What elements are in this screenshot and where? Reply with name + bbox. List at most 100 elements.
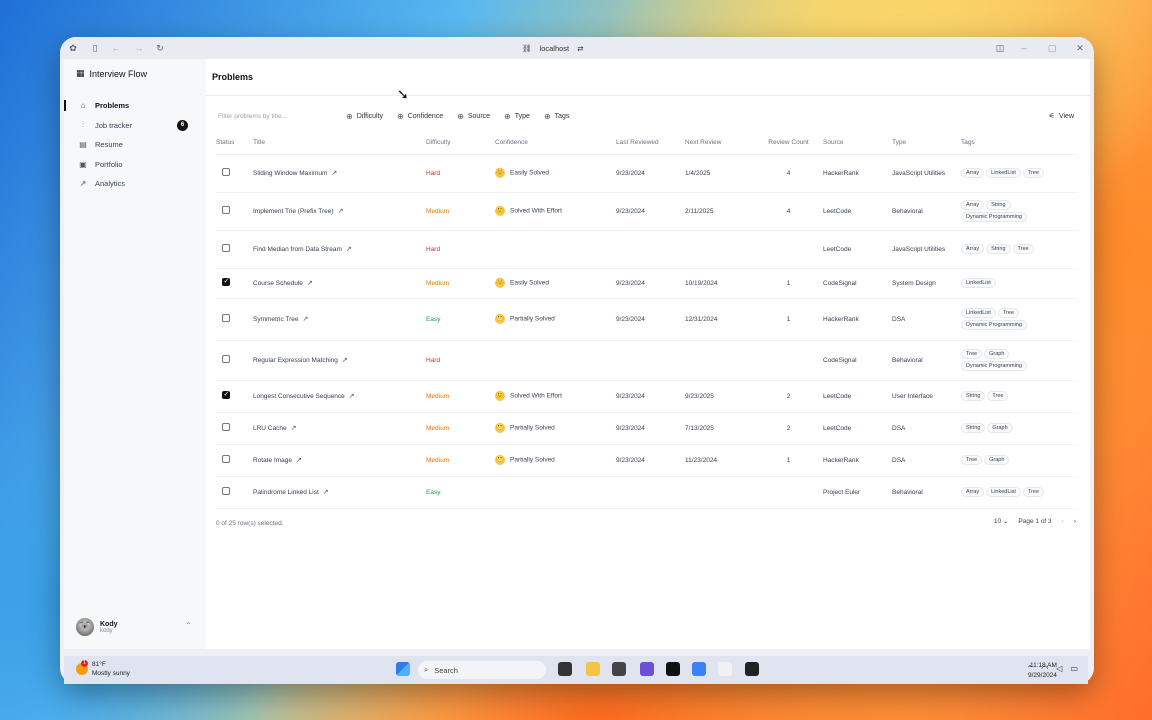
share-icon[interactable]: ⇄ (577, 44, 583, 53)
crown-icon: 👑 (495, 278, 505, 288)
prev-page-icon[interactable]: ‹ (1062, 518, 1064, 525)
app-icon-5[interactable] (718, 662, 732, 676)
filter-type[interactable]: ⊕ Type (504, 109, 530, 123)
status-checkbox[interactable] (222, 390, 230, 399)
problem-title[interactable]: Implement Trie (Prefix Tree) (253, 208, 334, 215)
table-row[interactable]: Symmetric Tree ↗ Easy 😬 Partially Solved 9/23… (216, 298, 1078, 341)
table-row[interactable]: Implement Trie (Prefix Tree) ↗ Medium 🙂 Solv… (216, 192, 1078, 231)
status-checkbox[interactable] (222, 277, 230, 286)
app-icon-1[interactable] (612, 662, 626, 676)
problem-title[interactable]: Find Median from Data Stream (253, 246, 342, 253)
filter-difficulty[interactable]: ⊕ Difficulty (346, 109, 383, 123)
external-link-icon[interactable]: ↗ (346, 246, 352, 253)
brand[interactable]: ▦ Interview Flow (76, 68, 147, 79)
column-header[interactable]: Next Review (685, 132, 754, 155)
filter-source[interactable]: ⊕ Source (457, 109, 490, 123)
problem-title[interactable]: Rotate Image (253, 457, 292, 464)
taskbar-search[interactable]: ⌕ Search (418, 661, 546, 679)
app-icon-2[interactable] (640, 662, 654, 676)
forward-icon[interactable]: → (133, 42, 145, 54)
app-icon-4[interactable] (692, 662, 706, 676)
next-page-icon[interactable]: › (1074, 518, 1076, 525)
table-row[interactable]: Find Median from Data Stream ↗ Hard LeetCod… (216, 230, 1078, 269)
difficulty-label: Easy (426, 488, 441, 496)
filter-label: Tags (554, 112, 570, 120)
app-icon-6[interactable] (745, 662, 759, 676)
address-bar[interactable]: ⛓ localhost ⇄ (522, 41, 583, 55)
table-row[interactable]: Regular Expression Matching ↗ Hard CodeSign… (216, 340, 1078, 381)
sidebar-item-portfolio[interactable]: ▣ Portfolio (72, 155, 198, 175)
external-link-icon[interactable]: ↗ (291, 425, 297, 432)
external-link-icon[interactable]: ↗ (323, 489, 329, 496)
close-icon[interactable]: ✕ (1074, 42, 1086, 54)
sidebar-toggle-icon[interactable]: ▯ (89, 42, 101, 54)
tag-badge: Tree (1022, 487, 1045, 497)
table-row[interactable]: Sliding Window Maximum ↗ Hard 👑 Easily Solve… (216, 154, 1078, 193)
split-view-icon[interactable]: ◫ (994, 42, 1006, 54)
column-header[interactable]: Last Reviewed (616, 132, 685, 155)
table-row[interactable]: Palindrome Linked List ↗ Easy Project Euler… (216, 476, 1078, 509)
filter-tags[interactable]: ⊕ Tags (544, 109, 570, 123)
problem-title[interactable]: Palindrome Linked List (253, 489, 319, 496)
user-menu[interactable]: 🐨 Kody kody ⌃ (76, 617, 192, 637)
external-link-icon[interactable]: ↗ (296, 457, 302, 464)
status-checkbox[interactable] (222, 206, 230, 214)
status-checkbox[interactable] (222, 423, 230, 431)
external-link-icon[interactable]: ↗ (303, 316, 309, 323)
task-view-icon[interactable] (558, 662, 572, 676)
browser-logo-icon[interactable]: ✿ (67, 42, 79, 54)
problem-title[interactable]: Regular Expression Matching (253, 357, 338, 364)
external-link-icon[interactable]: ↗ (338, 208, 344, 215)
sidebar-item-resume[interactable]: ▤ Resume (72, 135, 198, 155)
status-checkbox[interactable] (222, 487, 230, 495)
external-link-icon[interactable]: ↗ (307, 280, 313, 287)
view-button[interactable]: ⚟ View (1049, 109, 1074, 123)
sidebar-item-problems[interactable]: ⌂ Problems (64, 96, 198, 116)
weather-widget[interactable]: 1 81°F Mostly sunny (76, 660, 130, 678)
external-link-icon[interactable]: ↗ (349, 393, 355, 400)
column-header[interactable]: Type (892, 132, 961, 155)
filter-confidence[interactable]: ⊕ Confidence (397, 109, 443, 123)
column-header[interactable]: Review Count (754, 132, 823, 155)
app-icon-3[interactable] (666, 662, 680, 676)
status-checkbox[interactable] (222, 355, 230, 363)
start-icon[interactable] (396, 662, 410, 676)
problem-title[interactable]: Sliding Window Maximum (253, 170, 327, 177)
status-checkbox[interactable] (222, 314, 230, 322)
column-header[interactable]: Difficulty (426, 132, 495, 155)
minimize-icon[interactable]: – (1018, 42, 1030, 54)
problem-type: Behavioral (892, 340, 961, 381)
problem-title[interactable]: Longest Consecutive Sequence (253, 393, 345, 400)
table-row[interactable]: Longest Consecutive Sequence ↗ Medium 🙂 Solv… (216, 380, 1078, 413)
file-explorer-icon[interactable] (586, 662, 600, 676)
battery-icon[interactable]: ▭ (1070, 664, 1078, 673)
problem-title[interactable]: Symmetric Tree (253, 316, 299, 323)
filter-input[interactable]: Filter problems by title... (212, 109, 332, 123)
column-header[interactable]: Confidence (495, 132, 616, 155)
tag-badge: Graph (984, 455, 1010, 465)
status-checkbox[interactable] (222, 168, 230, 176)
sidebar-item-job-tracker[interactable]: ⫶ Job tracker 6 (72, 116, 198, 136)
status-checkbox[interactable] (222, 455, 230, 463)
status-checkbox[interactable] (222, 244, 230, 252)
tag-badge: String (961, 391, 986, 401)
table-row[interactable]: LRU Cache ↗ Medium 😬 Partially Solved 9/23/20… (216, 412, 1078, 445)
column-header[interactable]: Source (823, 132, 892, 155)
table-row[interactable]: Rotate Image ↗ Medium 😬 Partially Solved 9/23… (216, 444, 1078, 477)
maximize-icon[interactable]: ▢ (1046, 42, 1058, 54)
column-header[interactable]: Title (253, 132, 426, 155)
back-icon[interactable]: ← (110, 42, 122, 54)
column-header[interactable]: Status (216, 132, 253, 155)
problem-title[interactable]: LRU Cache (253, 425, 287, 432)
problem-title[interactable]: Course Schedule (253, 280, 303, 287)
table-row[interactable]: Course Schedule ↗ Medium 👑 Easily Solved 9/23… (216, 268, 1078, 299)
external-link-icon[interactable]: ↗ (342, 357, 348, 364)
sidebar-item-analytics[interactable]: ↗ Analytics (72, 174, 198, 194)
column-header[interactable]: Tags (961, 132, 1078, 155)
sidebar-item-label: Resume (95, 140, 123, 150)
volume-icon[interactable]: ◁ (1056, 664, 1062, 673)
reload-icon[interactable]: ↻ (154, 42, 166, 54)
page-size-select[interactable]: 10 ⌄ (994, 517, 1009, 525)
clock[interactable]: 11:18 AM 9/29/2024 (1028, 661, 1057, 681)
external-link-icon[interactable]: ↗ (331, 170, 337, 177)
